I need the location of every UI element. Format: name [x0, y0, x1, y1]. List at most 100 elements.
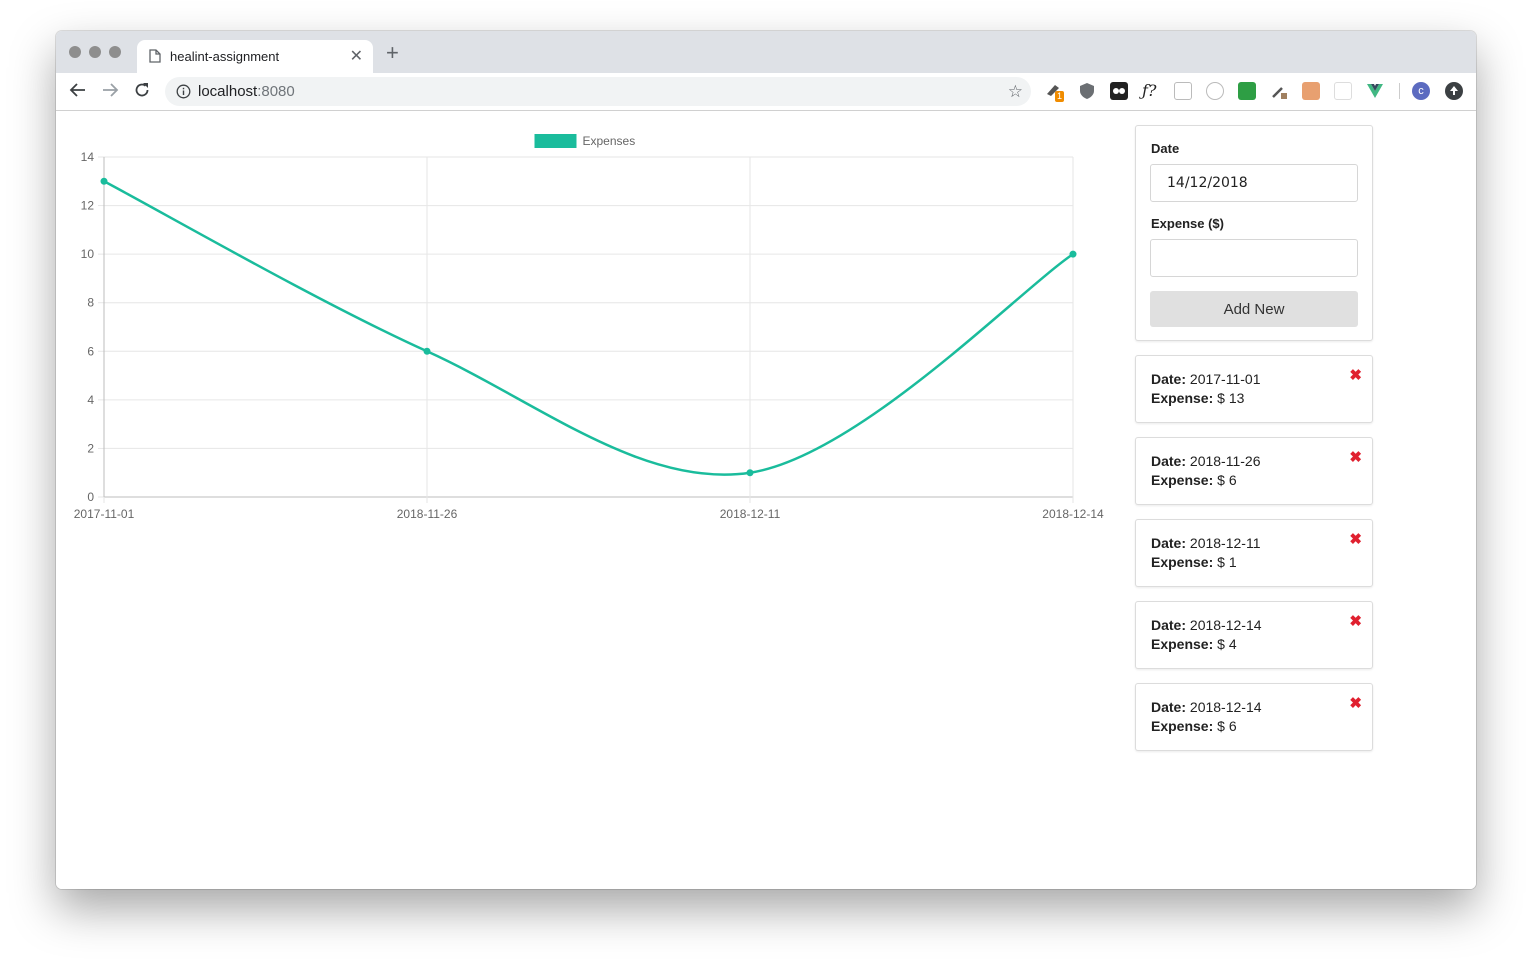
entry-expense-label: Expense: [1151, 636, 1214, 652]
entry-expense-label: Expense: [1151, 554, 1214, 570]
entry-expense: $ 4 [1217, 636, 1237, 652]
data-point [1069, 250, 1077, 258]
cors-extension-icon[interactable] [1238, 82, 1256, 100]
address-bar[interactable]: localhost:8080 ☆ [165, 77, 1031, 106]
y-tick-label: 12 [81, 199, 95, 213]
entry-date-line: Date: 2017-11-01 [1151, 371, 1260, 387]
entry-date-line: Date: 2018-12-14 [1151, 699, 1262, 715]
x-tick-label: 2018-11-26 [397, 507, 458, 521]
vue-devtools-icon[interactable] [1366, 82, 1384, 100]
expense-input[interactable] [1150, 239, 1358, 277]
series-line [103, 180, 1074, 476]
browser-toolbar: localhost:8080 ☆ 1 ƒ? c [56, 73, 1476, 111]
entry-expense-line: Expense: $ 6 [1151, 472, 1237, 488]
entry-date-label: Date: [1151, 371, 1187, 387]
forward-arrow-icon[interactable] [101, 81, 119, 99]
date-label: Date [1151, 141, 1180, 156]
entry-expense: $ 13 [1217, 390, 1245, 406]
close-x-icon[interactable]: ✖ [1349, 448, 1362, 466]
entry-expense: $ 6 [1217, 472, 1237, 488]
reload-icon[interactable] [133, 81, 151, 99]
circle-extension-icon[interactable] [1206, 82, 1224, 100]
close-x-icon[interactable]: ✖ [1349, 694, 1362, 712]
expense-label: Expense ($) [1151, 216, 1224, 231]
entry-date: 2018-12-11 [1189, 535, 1261, 551]
entry-expense-label: Expense: [1151, 390, 1214, 406]
toolbar-divider [1399, 83, 1400, 99]
url-host: localhost [198, 83, 258, 100]
entry-expense: $ 1 [1217, 554, 1237, 570]
eyedropper-icon[interactable] [1270, 82, 1288, 100]
extension-badge: 1 [1055, 91, 1065, 102]
entry-date-label: Date: [1151, 453, 1187, 469]
legend-label: Expenses [583, 134, 636, 148]
close-x-icon[interactable]: ✖ [1349, 530, 1362, 548]
y-tick-label: 4 [87, 393, 94, 407]
entry-date-label: Date: [1151, 699, 1187, 715]
entry-date-line: Date: 2018-11-26 [1151, 453, 1260, 469]
maximize-window-button[interactable] [109, 46, 121, 58]
x-tick-label: 2017-11-01 [74, 507, 135, 521]
entry-expense-line: Expense: $ 13 [1151, 390, 1244, 406]
entry-date: 2018-12-14 [1189, 699, 1262, 715]
page-content: 0 2 4 6 8 10 12 14 2017-11-01 2018-11-26 2018-12-1… [56, 111, 1476, 889]
expense-entry-card: Date: 2017-11-01 Expense: $ 13 ✖ [1135, 355, 1373, 423]
expense-entry-card: Date: 2018-11-26 Expense: $ 6 ✖ [1135, 437, 1373, 505]
y-tick-label: 8 [87, 296, 94, 310]
data-point [100, 177, 108, 185]
entry-expense-line: Expense: $ 6 [1151, 718, 1237, 734]
grid-extension-icon[interactable] [1334, 82, 1352, 100]
entry-date-line: Date: 2018-12-11 [1151, 535, 1260, 551]
screenshot-extension-icon[interactable] [1174, 82, 1192, 100]
tab-strip: healint-assignment ✕ + [56, 31, 1476, 73]
minimize-window-button[interactable] [89, 46, 101, 58]
expense-entry-card: Date: 2018-12-14 Expense: $ 6 ✖ [1135, 683, 1373, 751]
add-expense-form: Date Expense ($) Add New [1135, 125, 1373, 341]
entry-date: 2017-11-01 [1189, 371, 1261, 387]
eyes-extension-icon[interactable] [1110, 82, 1128, 100]
tab-active[interactable]: healint-assignment ✕ [137, 40, 373, 73]
entry-date-line: Date: 2018-12-14 [1151, 617, 1262, 633]
tab-close-icon[interactable]: ✕ [350, 46, 363, 66]
page-icon [149, 49, 161, 63]
y-tick-label: 2 [87, 441, 94, 455]
url-text: localhost:8080 [198, 83, 295, 100]
back-arrow-icon[interactable] [69, 81, 87, 99]
box-extension-icon[interactable] [1302, 82, 1320, 100]
entry-date: 2018-11-26 [1189, 453, 1261, 469]
shield-icon[interactable] [1078, 82, 1096, 100]
extension-icon-1[interactable]: 1 [1045, 82, 1065, 102]
data-point [423, 347, 431, 355]
close-window-button[interactable] [69, 46, 81, 58]
entry-expense-label: Expense: [1151, 472, 1214, 488]
entry-date-label: Date: [1151, 535, 1187, 551]
chart-series [100, 177, 1077, 477]
y-tick-label: 10 [81, 247, 95, 261]
entry-expense-label: Expense: [1151, 718, 1214, 734]
close-x-icon[interactable]: ✖ [1349, 612, 1362, 630]
expense-entry-card: Date: 2018-12-14 Expense: $ 4 ✖ [1135, 601, 1373, 669]
close-x-icon[interactable]: ✖ [1349, 366, 1362, 384]
chart-grid [98, 156, 1074, 503]
chart-legend: Expenses [534, 134, 636, 148]
legend-swatch [534, 134, 577, 148]
entry-expense-line: Expense: $ 4 [1151, 636, 1237, 652]
y-tick-label: 6 [87, 344, 94, 358]
y-tick-label: 14 [81, 150, 95, 164]
profile-avatar[interactable]: c [1412, 82, 1430, 100]
url-port: :8080 [257, 83, 295, 100]
new-tab-button[interactable]: + [386, 42, 399, 64]
site-info-icon[interactable] [176, 84, 191, 99]
entry-date-label: Date: [1151, 617, 1187, 633]
y-tick-label: 0 [87, 490, 94, 504]
browser-window: healint-assignment ✕ + localhost:8080 ☆ [56, 31, 1476, 889]
menu-upload-icon[interactable] [1445, 82, 1463, 100]
expenses-chart: 0 2 4 6 8 10 12 14 2017-11-01 2018-11-26 2018-12-1… [74, 134, 1104, 521]
add-new-button[interactable]: Add New [1150, 291, 1358, 327]
x-tick-label: 2018-12-11 [720, 507, 781, 521]
expense-sidebar: Date Expense ($) Add New Date: 2017-11-0… [1135, 125, 1373, 751]
date-input[interactable] [1150, 164, 1358, 202]
star-icon[interactable]: ☆ [1008, 82, 1023, 102]
x-tick-label: 2018-12-14 [1042, 507, 1104, 521]
font-extension-icon[interactable]: ƒ? [1142, 82, 1160, 100]
